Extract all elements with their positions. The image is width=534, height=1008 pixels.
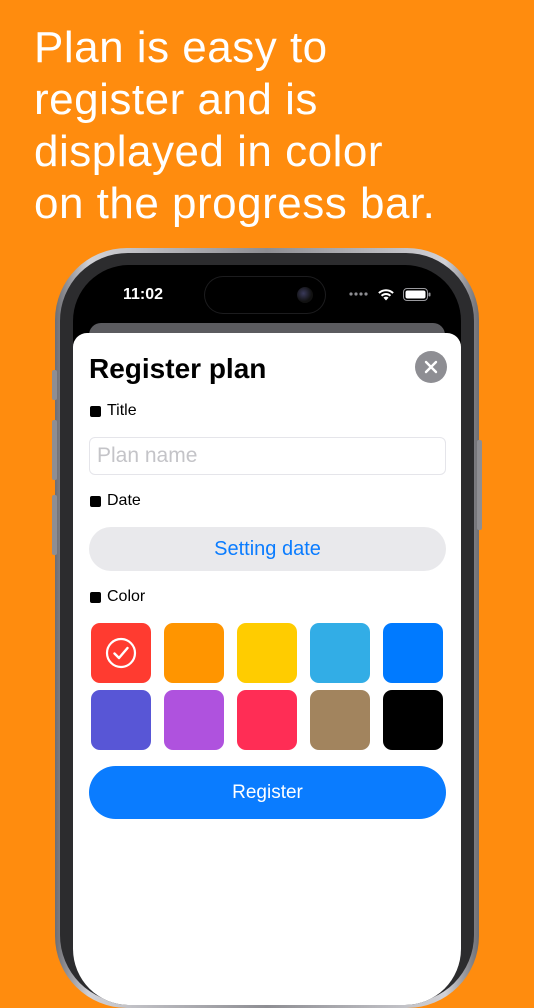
color-swatch[interactable] xyxy=(91,690,151,750)
color-swatch[interactable] xyxy=(237,690,297,750)
bullet-icon xyxy=(90,591,101,603)
close-button[interactable] xyxy=(415,351,447,383)
checkmark-circle-icon xyxy=(105,637,137,669)
title-section-label: Title xyxy=(90,402,137,420)
wifi-icon xyxy=(378,288,394,300)
color-swatch-grid xyxy=(91,623,446,750)
status-indicators xyxy=(349,287,431,301)
signal-icon xyxy=(349,292,368,296)
register-button[interactable]: Register xyxy=(89,766,446,819)
color-swatch[interactable] xyxy=(383,623,443,683)
plan-name-input[interactable] xyxy=(89,437,446,475)
register-plan-sheet: Register plan Title Date Setting date Co… xyxy=(73,333,461,1005)
color-swatch[interactable] xyxy=(164,623,224,683)
bullet-icon xyxy=(90,495,101,507)
status-time: 11:02 xyxy=(123,286,164,303)
close-icon xyxy=(424,360,438,374)
bullet-icon xyxy=(90,405,101,417)
sheet-title: Register plan xyxy=(89,353,267,384)
volume-down-button xyxy=(52,495,57,555)
color-swatch[interactable] xyxy=(310,623,370,683)
color-swatch[interactable] xyxy=(237,623,297,683)
camera-icon xyxy=(297,287,313,303)
volume-up-button xyxy=(52,420,57,480)
color-swatch[interactable] xyxy=(383,690,443,750)
color-section-label: Color xyxy=(90,588,145,606)
battery-icon xyxy=(403,287,431,301)
date-label-text: Date xyxy=(107,492,141,509)
headline: Plan is easy to register and is displaye… xyxy=(34,23,436,228)
title-label-text: Title xyxy=(107,402,137,419)
dynamic-island xyxy=(205,277,325,313)
color-swatch[interactable] xyxy=(310,690,370,750)
setting-date-button[interactable]: Setting date xyxy=(89,527,446,571)
phone-screen: 11:02 Register plan Title Plan name Date… xyxy=(73,265,461,1005)
power-button xyxy=(477,440,482,530)
color-swatch[interactable] xyxy=(164,690,224,750)
action-button xyxy=(52,370,57,400)
color-label-text: Color xyxy=(107,588,146,605)
date-section-label: Date xyxy=(90,492,141,510)
color-swatch[interactable] xyxy=(91,623,151,683)
